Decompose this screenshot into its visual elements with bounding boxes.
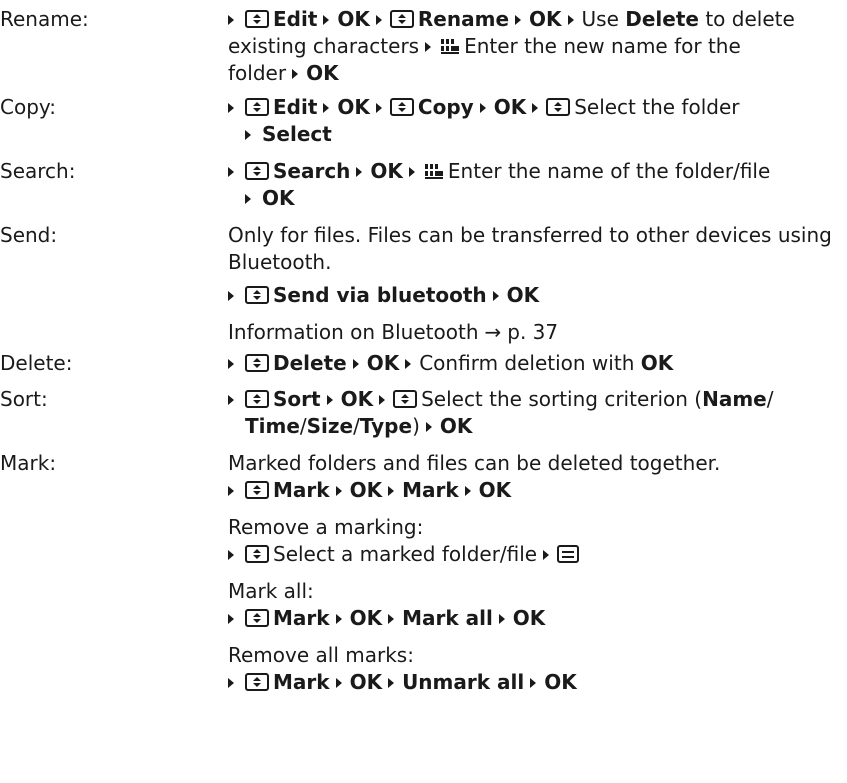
rename-term: Rename: xyxy=(0,7,89,31)
arrow-bullet-icon xyxy=(228,167,234,177)
keypad-icon xyxy=(439,37,461,55)
navigation-key-icon xyxy=(245,286,269,304)
arrow-bullet-icon xyxy=(228,395,234,405)
manual-page: Rename: Edit OK Rename OK Use Delete to dele… xyxy=(0,0,847,783)
sort-term: Sort: xyxy=(0,387,48,411)
arrow-bullet-icon xyxy=(388,678,395,688)
send-term: Send: xyxy=(0,223,58,247)
arrow-bullet-icon xyxy=(532,103,539,113)
copy-term: Copy: xyxy=(0,95,57,119)
arrow-bullet-icon xyxy=(335,614,342,624)
navigation-key-icon xyxy=(389,98,414,116)
arrow-bullet-icon xyxy=(425,422,432,432)
arrow-bullet-icon xyxy=(323,103,330,113)
send-description: Only for files. Files can be transferred… xyxy=(228,223,832,247)
arrow-bullet-icon xyxy=(405,359,412,369)
arrow-bullet-icon xyxy=(335,486,342,496)
navigation-key-icon xyxy=(245,98,269,116)
bluetooth-reference[interactable]: Information on Bluetooth → p. 37 xyxy=(228,319,838,346)
arrow-bullet-icon xyxy=(245,130,251,140)
arrow-bullet-icon xyxy=(352,359,359,369)
arrow-bullet-icon xyxy=(388,486,395,496)
arrow-bullet-icon xyxy=(292,69,299,79)
arrow-bullet-icon xyxy=(228,103,234,113)
arrow-bullet-icon xyxy=(464,486,471,496)
arrow-bullet-icon xyxy=(228,291,234,301)
arrow-bullet-icon xyxy=(228,15,234,25)
arrow-bullet-icon xyxy=(543,550,550,560)
navigation-key-icon xyxy=(393,390,418,408)
navigation-key-icon xyxy=(245,354,269,372)
delete-term: Delete: xyxy=(0,351,73,375)
navigation-key-icon xyxy=(245,162,269,180)
navigation-key-icon xyxy=(546,98,571,116)
navigation-key-icon xyxy=(245,545,269,563)
navigation-key-icon xyxy=(245,673,269,691)
navigation-key-icon xyxy=(245,390,269,408)
arrow-bullet-icon xyxy=(335,678,342,688)
arrow-bullet-icon xyxy=(326,395,333,405)
arrow-bullet-icon xyxy=(388,614,395,624)
arrow-bullet-icon xyxy=(228,486,234,496)
arrow-bullet-icon xyxy=(530,678,537,688)
navigation-key-icon xyxy=(245,481,269,499)
arrow-bullet-icon xyxy=(375,15,382,25)
navigation-key-icon xyxy=(245,10,269,28)
arrow-bullet-icon xyxy=(492,291,499,301)
arrow-bullet-icon xyxy=(356,167,363,177)
arrow-bullet-icon xyxy=(228,614,234,624)
navigation-key-icon xyxy=(389,10,414,28)
arrow-bullet-icon xyxy=(498,614,505,624)
arrow-bullet-icon xyxy=(228,359,234,369)
arrow-bullet-icon xyxy=(245,194,251,204)
arrow-bullet-icon xyxy=(425,42,432,52)
arrow-bullet-icon xyxy=(379,395,386,405)
arrow-bullet-icon xyxy=(323,15,330,25)
arrow-bullet-icon xyxy=(515,15,522,25)
arrow-bullet-icon xyxy=(567,15,574,25)
keypad-icon xyxy=(423,162,445,180)
reference-arrow-icon: → xyxy=(484,320,502,344)
arrow-bullet-icon xyxy=(228,550,234,560)
mark-term: Mark: xyxy=(0,451,57,475)
navigation-key-icon xyxy=(245,609,269,627)
arrow-bullet-icon xyxy=(479,103,486,113)
arrow-bullet-icon xyxy=(408,167,415,177)
arrow-bullet-icon xyxy=(228,678,234,688)
search-term: Search: xyxy=(0,159,76,183)
menu-key-icon xyxy=(557,545,580,563)
arrow-bullet-icon xyxy=(375,103,382,113)
